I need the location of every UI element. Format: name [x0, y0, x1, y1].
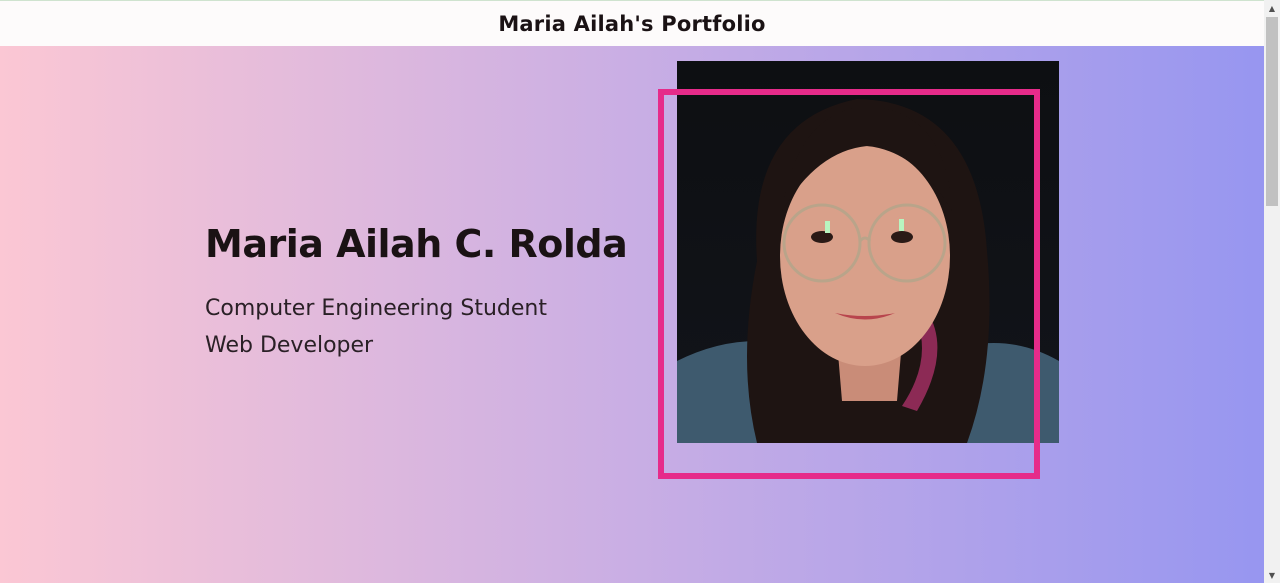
scroll-down-icon[interactable]: ▼ — [1264, 567, 1280, 583]
hero-role-student: Computer Engineering Student — [205, 296, 547, 321]
hero-role-developer: Web Developer — [205, 333, 374, 358]
photo-accent-frame — [658, 89, 1040, 479]
hero-section: Maria Ailah C. Rolda Computer Engineerin… — [0, 46, 1264, 583]
scroll-up-icon[interactable]: ▲ — [1264, 0, 1280, 16]
hero-name: Maria Ailah C. Rolda — [205, 222, 628, 266]
scrollbar-thumb[interactable] — [1266, 17, 1278, 206]
site-title: Maria Ailah's Portfolio — [498, 11, 766, 36]
site-header: Maria Ailah's Portfolio — [0, 1, 1264, 46]
